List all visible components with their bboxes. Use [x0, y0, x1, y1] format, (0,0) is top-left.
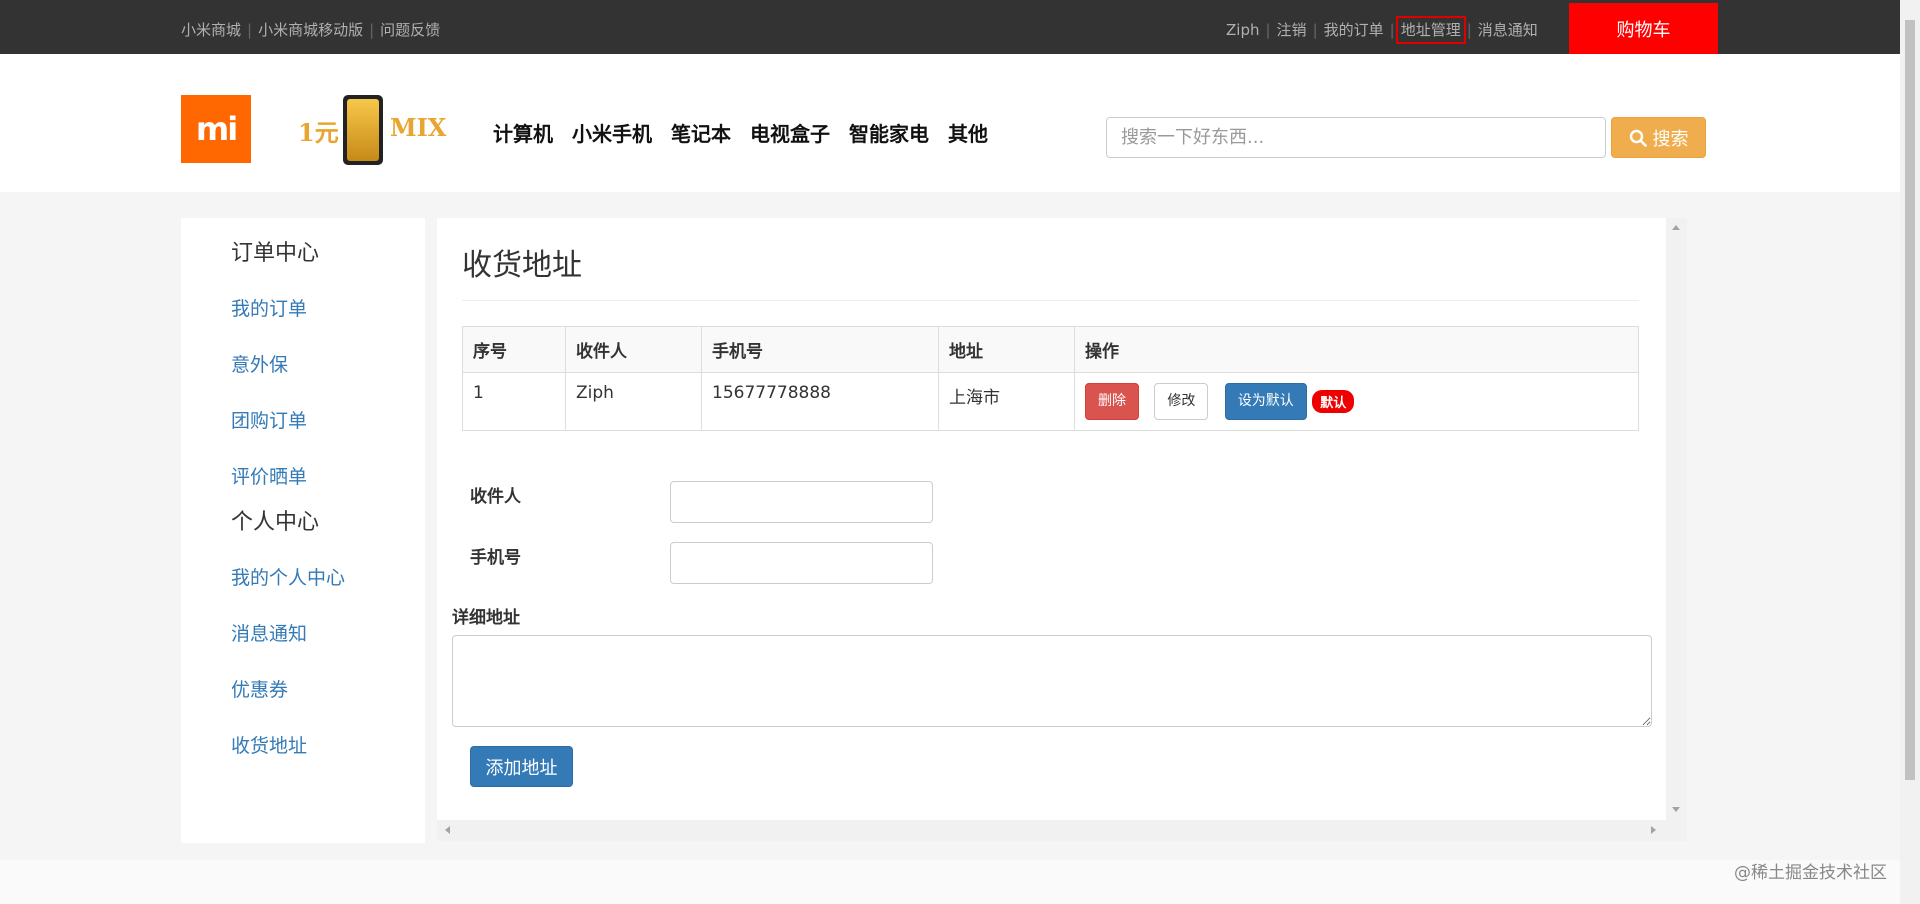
phone-field[interactable] [670, 542, 933, 584]
default-badge: 默认 [1312, 390, 1355, 413]
cart-button[interactable]: 购物车 [1569, 3, 1718, 54]
col-address: 地址 [938, 326, 1075, 373]
cell-address: 上海市 [938, 372, 1075, 431]
page-title: 收货地址 [462, 248, 582, 283]
phone-label: 手机号 [470, 548, 521, 568]
page-scrollbar[interactable] [1900, 0, 1920, 904]
divider: | [369, 21, 375, 39]
mi-logo[interactable]: mi [181, 95, 251, 163]
page-scrollbar-thumb[interactable] [1905, 20, 1915, 780]
detail-address-label: 详细地址 [452, 608, 520, 628]
delete-button[interactable]: 删除 [1085, 383, 1139, 420]
order-center-heading: 订单中心 [231, 241, 320, 266]
address-table: 序号 收件人 手机号 地址 操作 1 Ziph 15677778888 上海市 … [462, 326, 1639, 431]
header: mi 1元 MIX 计算机 小米手机 笔记本 电视盒子 智能家电 其他 搜索 [0, 54, 1900, 192]
personal-center-heading: 个人中心 [231, 510, 320, 535]
divider: | [1466, 21, 1472, 39]
table-header-row: 序号 收件人 手机号 地址 操作 [462, 326, 1639, 373]
recipient-label: 收件人 [470, 487, 521, 507]
sidebar-item-my-center[interactable]: 我的个人中心 [231, 563, 345, 590]
address-management-link[interactable]: 地址管理 [1395, 16, 1466, 44]
sidebar-item-coupons[interactable]: 优惠券 [231, 675, 288, 702]
add-address-button[interactable]: 添加地址 [470, 746, 573, 787]
top-bar: 小米商城 | 小米商城移动版 | 问题反馈 Ziph | 注销 | 我的订单 | 地址管理 | 消息通知… [0, 0, 1900, 54]
search-button-label: 搜索 [1652, 128, 1689, 150]
nav-laptop[interactable]: 笔记本 [671, 118, 731, 147]
table-row: 1 Ziph 15677778888 上海市 删除 修改 设为默认 默认 [462, 372, 1639, 431]
edit-button[interactable]: 修改 [1154, 383, 1209, 420]
mi-mall-link[interactable]: 小米商城 [181, 21, 241, 39]
cell-index: 1 [462, 372, 566, 431]
feedback-link[interactable]: 问题反馈 [380, 21, 440, 39]
sidebar-item-my-orders[interactable]: 我的订单 [231, 294, 307, 321]
divider: | [1265, 21, 1271, 39]
cell-actions: 删除 修改 设为默认 默认 [1074, 372, 1639, 431]
sidebar-item-insurance[interactable]: 意外保 [231, 350, 288, 377]
col-recipient: 收件人 [565, 326, 702, 373]
col-actions: 操作 [1074, 326, 1639, 373]
scroll-up-arrow-icon[interactable] [1672, 225, 1680, 230]
footer-area [0, 860, 1900, 904]
scroll-down-arrow-icon[interactable] [1672, 807, 1680, 812]
content-vertical-scrollbar[interactable] [1666, 218, 1687, 820]
cell-phone: 15677778888 [701, 372, 939, 431]
sidebar-item-messages[interactable]: 消息通知 [231, 619, 307, 646]
scroll-left-arrow-icon[interactable] [445, 826, 450, 834]
watermark: @稀土掘金技术社区 [1734, 863, 1887, 883]
search-input[interactable] [1106, 117, 1606, 158]
sidebar-item-addresses[interactable]: 收货地址 [231, 731, 307, 758]
col-index: 序号 [462, 326, 566, 373]
sidebar-item-reviews[interactable]: 评价晒单 [231, 462, 307, 489]
content-horizontal-scrollbar[interactable] [437, 820, 1687, 841]
main-nav: 计算机 小米手机 笔记本 电视盒子 智能家电 其他 [493, 118, 988, 147]
nav-computer[interactable]: 计算机 [493, 118, 553, 147]
divider: | [247, 21, 253, 39]
sidebar-item-group-orders[interactable]: 团购订单 [231, 406, 307, 433]
logout-link[interactable]: 注销 [1277, 21, 1307, 39]
divider [462, 300, 1639, 301]
promo-right-text: MIX [390, 113, 447, 142]
phone-image [343, 95, 383, 165]
user-link[interactable]: Ziph [1226, 21, 1259, 39]
detail-address-field[interactable] [452, 635, 1652, 727]
nav-smart-home[interactable]: 智能家电 [849, 118, 929, 147]
nav-other[interactable]: 其他 [948, 118, 988, 147]
top-links-right: Ziph | 注销 | 我的订单 | 地址管理 | 消息通知 [1226, 16, 1538, 44]
promo-left-text: 1元 [298, 118, 339, 147]
col-phone: 手机号 [701, 326, 939, 373]
divider: | [1312, 21, 1318, 39]
divider: | [1389, 21, 1395, 39]
scroll-right-arrow-icon[interactable] [1651, 826, 1656, 834]
mi-mall-mobile-link[interactable]: 小米商城移动版 [258, 21, 363, 39]
search-icon [1629, 129, 1647, 147]
nav-mi-phone[interactable]: 小米手机 [572, 118, 652, 147]
nav-tv-box[interactable]: 电视盒子 [750, 118, 830, 147]
my-orders-link[interactable]: 我的订单 [1324, 21, 1384, 39]
recipient-field[interactable] [670, 481, 933, 523]
promo-banner[interactable]: 1元 MIX [298, 95, 446, 165]
address-content: 收货地址 序号 收件人 手机号 地址 操作 1 Ziph 15677778888… [437, 218, 1666, 820]
messages-link[interactable]: 消息通知 [1478, 21, 1538, 39]
set-default-button[interactable]: 设为默认 [1224, 383, 1307, 420]
search-button[interactable]: 搜索 [1611, 117, 1706, 158]
top-links-left: 小米商城 | 小米商城移动版 | 问题反馈 [181, 19, 440, 40]
sidebar: 订单中心 我的订单 意外保 团购订单 评价晒单 个人中心 我的个人中心 消息通知… [181, 218, 425, 843]
cell-recipient: Ziph [565, 372, 702, 431]
